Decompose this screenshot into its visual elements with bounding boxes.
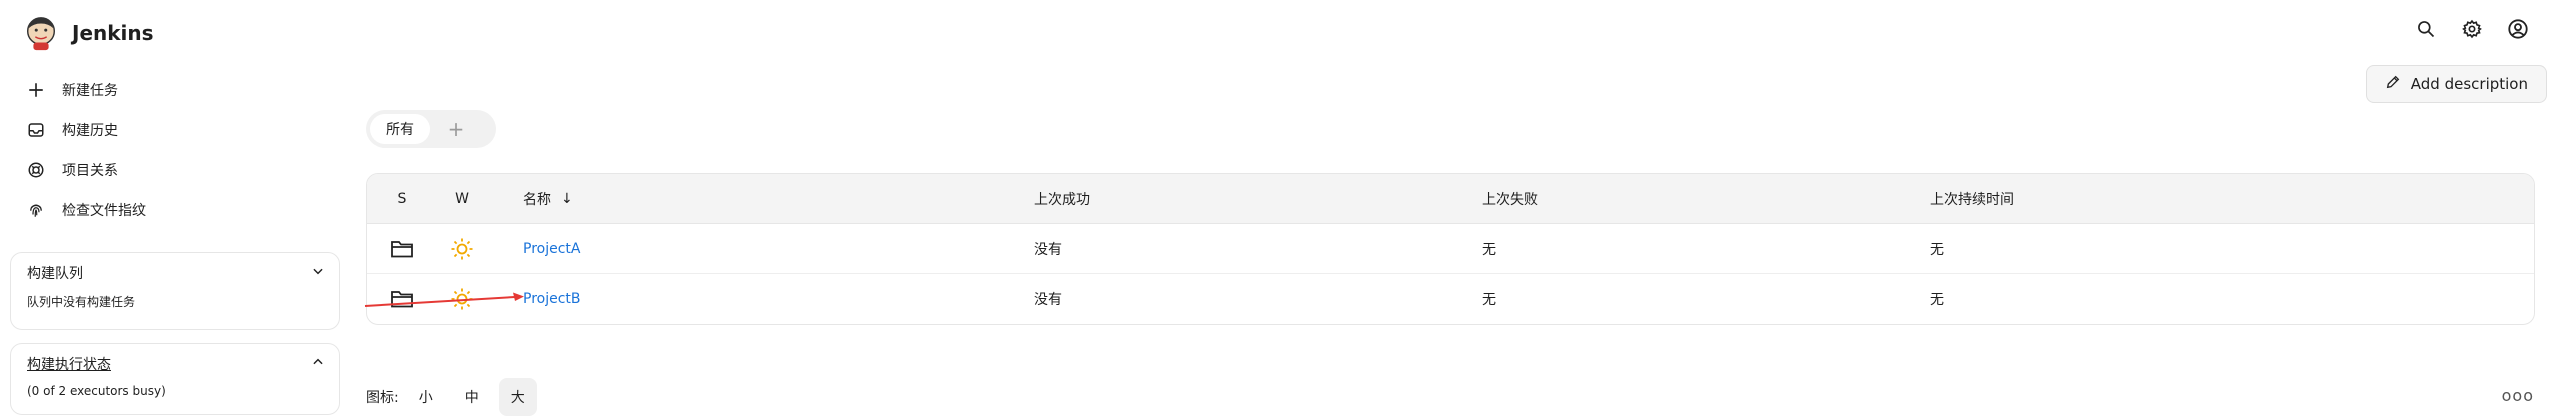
table-header: S W 名称 ↓ 上次成功 上次失败 上次持续时间 bbox=[367, 174, 2534, 224]
inbox-icon bbox=[24, 118, 48, 142]
sidebar-item-label: 项目关系 bbox=[62, 163, 118, 179]
folder-icon bbox=[377, 224, 427, 273]
last-failure-cell: 无 bbox=[1482, 292, 1496, 308]
sidebar-tasks: 新建任务 构建历史 项目关系 检查文件指纹 bbox=[24, 70, 324, 230]
add-description-button[interactable]: Add description bbox=[2365, 65, 2547, 103]
icon-size-large[interactable]: 大 bbox=[498, 378, 537, 416]
brand[interactable]: Jenkins bbox=[22, 14, 154, 52]
chevron-up-icon[interactable] bbox=[311, 355, 325, 373]
sort-arrow-icon: ↓ bbox=[561, 190, 573, 207]
gear-icon[interactable] bbox=[2459, 16, 2485, 42]
icon-size-medium[interactable]: 中 bbox=[453, 378, 491, 416]
jenkins-logo-icon bbox=[26, 17, 56, 51]
sidebar-item-project-relationship[interactable]: 项目关系 bbox=[24, 150, 324, 190]
executors-pane: 构建执行状态 (0 of 2 executors busy) bbox=[10, 343, 340, 415]
annotation-arrow-icon bbox=[364, 292, 524, 307]
pencil-icon bbox=[2385, 74, 2401, 94]
job-name-cell: ProjectB bbox=[523, 274, 581, 324]
executors-title-link[interactable]: 构建执行状态 bbox=[27, 354, 111, 374]
executors-status: (0 of 2 executors busy) bbox=[27, 384, 166, 398]
icon-size-label: 图标: bbox=[366, 390, 399, 406]
table-row: ProjectA 没有 无 无 bbox=[367, 224, 2534, 274]
sidebar-item-build-history[interactable]: 构建历史 bbox=[24, 110, 324, 150]
sidebar-item-label: 构建历史 bbox=[62, 123, 118, 139]
build-queue-empty: 队列中没有构建任务 bbox=[27, 295, 136, 309]
header-name[interactable]: 名称 ↓ bbox=[523, 174, 573, 223]
last-failure-cell: 无 bbox=[1482, 241, 1496, 258]
header-name-label: 名称 bbox=[523, 191, 551, 208]
executors-header[interactable]: 构建执行状态 bbox=[11, 344, 339, 384]
fingerprint-icon bbox=[24, 198, 48, 222]
plus-icon bbox=[24, 78, 48, 102]
build-queue-pane: 构建队列 队列中没有构建任务 bbox=[10, 252, 340, 330]
last-duration-cell: 无 bbox=[1930, 292, 1944, 308]
sidebar-item-fingerprint[interactable]: 检查文件指纹 bbox=[24, 190, 324, 230]
header-actions bbox=[2413, 16, 2531, 42]
last-success-cell: 没有 bbox=[1034, 292, 1062, 308]
relationship-icon bbox=[24, 158, 48, 182]
tab-add-view[interactable]: + bbox=[436, 114, 476, 144]
jobs-table: S W 名称 ↓ 上次成功 上次失败 上次持续时间 ProjectA 没有 无 … bbox=[366, 173, 2535, 325]
icon-size-small[interactable]: 小 bbox=[407, 378, 445, 416]
sun-weather-icon bbox=[437, 224, 487, 273]
more-options-icon[interactable]: ooo bbox=[2502, 386, 2534, 405]
header-last-duration[interactable]: 上次持续时间 bbox=[1930, 174, 2014, 223]
user-icon[interactable] bbox=[2505, 16, 2531, 42]
sidebar-item-new-item[interactable]: 新建任务 bbox=[24, 70, 324, 110]
build-queue-title: 构建队列 bbox=[27, 266, 83, 282]
search-icon[interactable] bbox=[2413, 16, 2439, 42]
add-description-label: Add description bbox=[2410, 75, 2528, 93]
header-status[interactable]: S bbox=[377, 174, 427, 223]
job-link[interactable]: ProjectA bbox=[523, 241, 580, 257]
icon-size-chooser: 图标: 小 中 大 bbox=[366, 378, 537, 416]
view-tabs: 所有 + bbox=[366, 110, 496, 148]
tab-all[interactable]: 所有 bbox=[370, 114, 430, 144]
last-success-cell: 没有 bbox=[1034, 241, 1062, 258]
build-queue-header[interactable]: 构建队列 bbox=[11, 253, 339, 293]
header-weather[interactable]: W bbox=[437, 174, 487, 223]
brand-title: Jenkins bbox=[72, 21, 154, 45]
sidebar-item-label: 检查文件指纹 bbox=[62, 203, 146, 219]
last-duration-cell: 无 bbox=[1930, 241, 1944, 258]
job-name-cell: ProjectA bbox=[523, 224, 580, 273]
header-last-success[interactable]: 上次成功 bbox=[1034, 174, 1090, 223]
table-row: ProjectB 没有 无 无 bbox=[367, 274, 2534, 324]
header-last-failure[interactable]: 上次失败 bbox=[1482, 174, 1538, 223]
chevron-down-icon[interactable] bbox=[311, 264, 325, 282]
job-link[interactable]: ProjectB bbox=[523, 291, 581, 307]
sidebar-item-label: 新建任务 bbox=[62, 83, 118, 99]
